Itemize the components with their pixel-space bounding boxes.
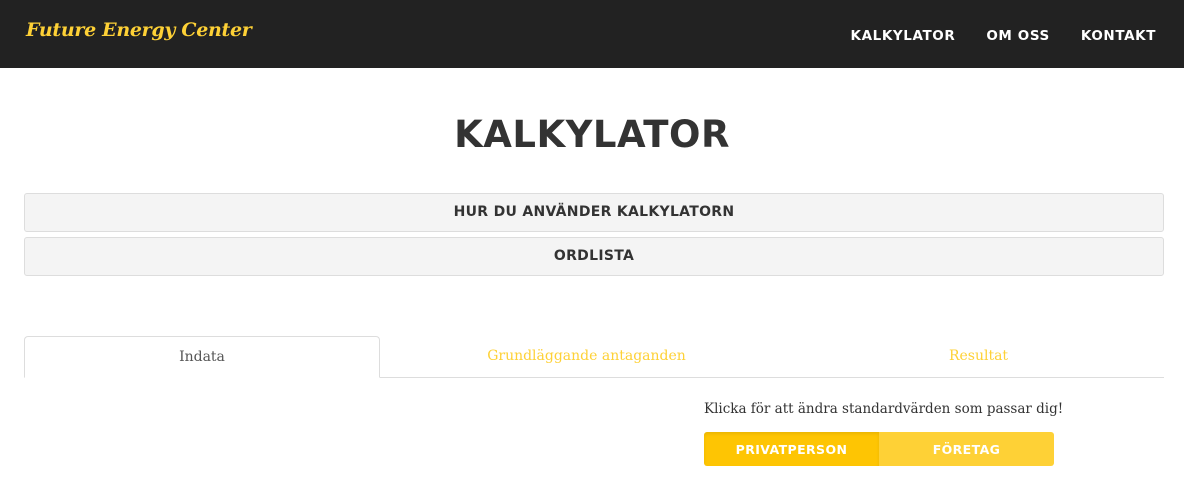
profile-prompt: Klicka för att ändra standardvärden som … [704,401,1064,417]
glossary-accordion[interactable]: ORDLISTA [24,237,1164,276]
tab-results[interactable]: Resultat [793,336,1164,378]
brand-logo[interactable]: Future Energy Center [26,19,252,41]
private-person-button[interactable]: PRIVATPERSON [704,432,879,466]
page-title: KALKYLATOR [454,113,730,156]
nav-link-kontakt[interactable]: KONTAKT [1081,28,1156,44]
top-navbar: Future Energy Center KALKYLATOR OM OSS K… [0,0,1184,68]
company-button[interactable]: FÖRETAG [879,432,1054,466]
profile-toggle-group: PRIVATPERSON FÖRETAG [704,432,1054,466]
nav-menu: KALKYLATOR OM OSS KONTAKT [820,25,1156,44]
tab-assumptions[interactable]: Grundläggande antaganden [380,336,793,378]
tab-indata[interactable]: Indata [24,336,380,378]
nav-link-kalkylator[interactable]: KALKYLATOR [851,28,956,44]
how-to-use-accordion[interactable]: HUR DU ANVÄNDER KALKYLATORN [24,193,1164,232]
nav-link-om-oss[interactable]: OM OSS [986,28,1050,44]
